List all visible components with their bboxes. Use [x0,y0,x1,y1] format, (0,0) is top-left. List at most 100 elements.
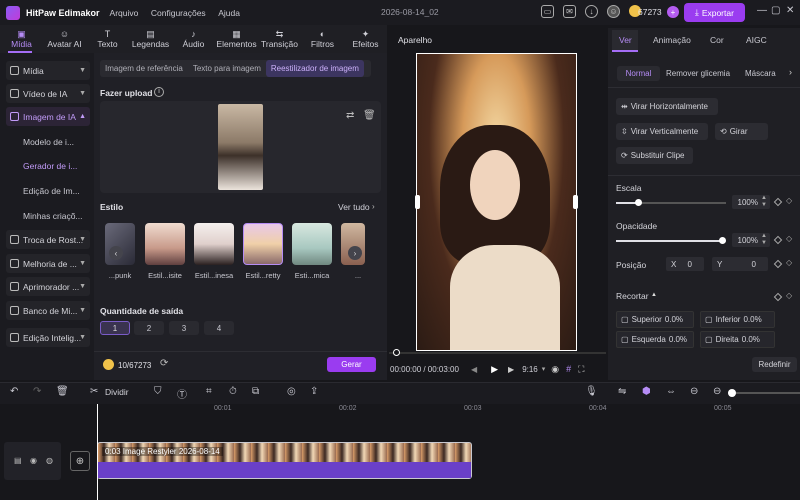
freeze-icon[interactable]: ⧉ [252,386,259,397]
timeline-ruler[interactable] [94,404,800,418]
quantity-2-button[interactable]: 2 [134,321,164,335]
prev-frame-icon[interactable]: ◀ [471,365,477,374]
info-icon[interactable]: i [154,87,164,97]
export-frame-icon[interactable]: ⇪ [310,386,318,397]
tab-aigc[interactable]: AIGC [746,35,767,45]
scissors-icon[interactable]: ✂ [90,386,98,397]
reset-icon[interactable]: ◇ [786,258,792,267]
sidebar-item-imagem-ia[interactable]: Imagem de IA ▲ [6,107,90,126]
sidebar-item-midia[interactable]: Mídia ▼ [6,61,90,80]
text-tool-icon[interactable]: Ⓣ [177,386,187,401]
sidebar-item-melhoria[interactable]: Melhoria de ... ▼ [6,254,90,273]
delete-icon[interactable]: 🗑 [56,386,69,397]
see-all-link[interactable]: Ver tudo [338,202,370,212]
generate-button[interactable]: Gerar [327,357,376,372]
playhead[interactable] [97,404,98,500]
magnet-icon[interactable]: ⬢ [642,386,651,397]
download-icon[interactable]: ↓ [585,5,598,18]
progress-knob[interactable] [393,349,400,356]
flip-horizontal-button[interactable]: ⇹ Virar Horizontalmente [616,98,718,115]
opacity-slider-knob[interactable] [719,237,726,244]
aspect-ratio[interactable]: 9:16 [522,365,538,374]
quantity-1-button[interactable]: 1 [100,321,130,335]
minimize-icon[interactable]: — [757,5,767,16]
lock-icon[interactable]: ▤ [14,456,22,465]
crop-left-field[interactable]: ▢ Esquerda 0.0% [616,331,694,348]
trash-icon[interactable]: 🗑 [363,110,376,121]
position-y-field[interactable]: Y0 [712,257,768,271]
sidebar-item-banco[interactable]: Banco de Mi... ▼ [6,301,90,320]
tab-audio[interactable]: ♪ Áudio [172,25,215,53]
link-icon[interactable]: ⇋ [618,386,626,397]
upgrade-icon[interactable]: + [667,6,679,18]
subtab-reestilizador[interactable]: Reestilizador de imagem [265,60,364,77]
stepper-icon[interactable]: ▲ ▼ [761,195,767,209]
resize-handle-right[interactable] [573,195,578,209]
close-icon[interactable]: ✕ [786,5,794,16]
menu-ajuda[interactable]: Ajuda [218,8,240,18]
menu-configuracoes[interactable]: Configurações [151,8,206,18]
export-button[interactable]: ⤓ Exportar [684,3,745,22]
sidebar-sub-criacoes[interactable]: Minhas criaçõ... [23,211,83,221]
tab-cor[interactable]: Cor [710,35,724,45]
microphone-icon[interactable]: 🎙 [585,386,598,397]
tab-legendas[interactable]: ▤ Legendas [129,25,172,53]
player-progress[interactable] [389,352,606,354]
sidebar-item-video-ia[interactable]: Vídeo de IA ▼ [6,84,90,103]
tab-avatar-ai[interactable]: ☺ Avatar AI [43,25,86,53]
sidebar-item-edicao-inteligente[interactable]: Edição Intelig... ▼ [6,328,90,347]
visibility-icon[interactable]: ◉ [30,456,37,465]
chevron-up-icon[interactable]: ▲ [651,292,657,298]
zoom-out-icon[interactable]: ⊖ [713,386,721,397]
maximize-icon[interactable]: ▢ [771,5,780,16]
reset-button[interactable]: Redefinir [752,357,797,372]
menu-arquivo[interactable]: Arquivo [110,8,139,18]
quantity-4-button[interactable]: 4 [204,321,234,335]
carousel-prev-button[interactable]: ‹ [109,246,123,260]
carousel-next-button[interactable]: › [348,246,362,260]
crop-top-field[interactable]: ▢ Superior 0.0% [616,311,694,328]
tab-animacao[interactable]: Animação [653,35,691,45]
snapshot-icon[interactable]: ◉ [551,364,559,375]
tab-filtros[interactable]: ◐ Filtros [301,25,344,53]
duration-icon[interactable]: ⏱ [229,386,237,397]
record-icon[interactable]: ◎ [287,386,296,397]
sidebar-sub-gerador[interactable]: Gerador de i... [23,161,77,171]
sidebar-item-troca-rosto[interactable]: Troca de Rost... ▼ [6,230,90,249]
split-button[interactable]: Dividir [105,387,129,397]
swap-icon[interactable]: ⇄ [346,110,354,121]
rotate-button[interactable]: ⟲ Girar [715,123,768,140]
quantity-3-button[interactable]: 3 [169,321,199,335]
scale-slider-knob[interactable] [635,199,642,206]
position-x-field[interactable]: X0 [666,257,704,271]
subtab-referencia[interactable]: Imagem de referência [100,60,188,77]
reset-icon[interactable]: ◇ [786,234,792,243]
style-card-isite[interactable] [145,223,185,265]
stepper-icon[interactable]: ▲ ▼ [761,233,767,247]
zoom-slider-knob[interactable] [728,389,736,397]
tab-efeitos[interactable]: ✦ Efeitos [344,25,387,53]
style-card-mica[interactable] [292,223,332,265]
sidebar-item-aprimorador[interactable]: Aprimorador ... ▼ [6,277,90,296]
subtab-normal[interactable]: Normal [617,66,660,81]
refresh-icon[interactable]: ⟳ [160,358,168,369]
avatar[interactable]: ☺ [607,5,620,18]
tab-ver[interactable]: Ver [619,35,632,45]
crop-right-field[interactable]: ▢ Direita 0.0% [700,331,775,348]
grid-icon[interactable]: # [566,364,571,374]
style-card-chinesa[interactable] [194,223,234,265]
resize-handle-left[interactable] [415,195,420,209]
sidebar-sub-modelo[interactable]: Modelo de i... [23,137,74,147]
auto-fit-icon[interactable]: ⊖ [690,386,698,397]
redo-icon[interactable]: ↷ [33,386,41,397]
subtab-mascara[interactable]: Máscara [745,66,776,81]
fullscreen-icon[interactable]: ⛶ [578,364,584,375]
sidebar-sub-edicao[interactable]: Edição de Im... [23,186,80,196]
crop-bottom-field[interactable]: ▢ Inferior 0.0% [700,311,775,328]
play-icon[interactable]: ▶ [491,364,498,375]
tab-elementos[interactable]: ▦ Elementos [215,25,258,53]
subtab-remover-glicemia[interactable]: Remover glicemia [666,66,730,81]
reset-icon[interactable]: ◇ [786,291,792,300]
mute-icon[interactable]: ◍ [46,456,53,465]
tab-texto[interactable]: T Texto [86,25,129,53]
